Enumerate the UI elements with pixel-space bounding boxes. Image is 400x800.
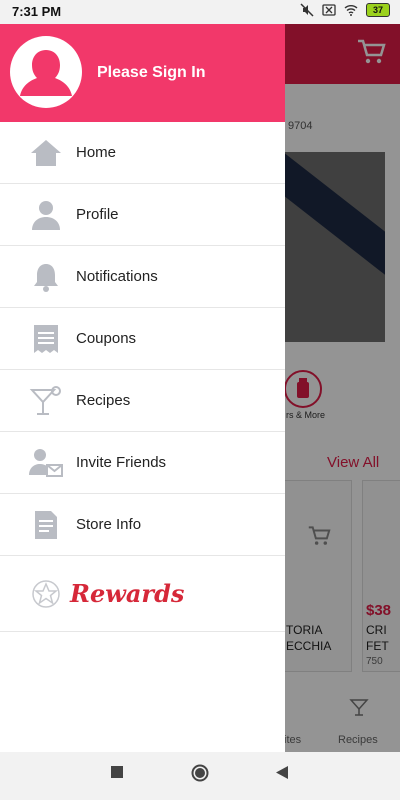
menu-item-label: Recipes: [76, 392, 131, 409]
user-silhouette-icon: [20, 50, 72, 96]
menu-item-store-info[interactable]: Store Info: [0, 494, 285, 556]
cocktail-icon: [26, 384, 66, 418]
wifi-icon: [344, 5, 358, 16]
battery-indicator: 37: [366, 3, 390, 17]
menu-item-label: Notifications: [76, 268, 158, 285]
menu-item-label: Store Info: [76, 516, 142, 533]
menu-item-rewards[interactable]: Rewards: [0, 556, 285, 632]
document-icon: [26, 508, 66, 542]
menu-item-label: Home: [76, 144, 117, 161]
star-badge-icon: [26, 579, 66, 609]
bell-icon: [26, 260, 66, 294]
menu-item-notifications[interactable]: Notifications: [0, 246, 285, 308]
system-navigation-bar: [0, 752, 400, 800]
status-time: 7:31 PM: [12, 4, 62, 19]
menu-item-invite-friends[interactable]: Invite Friends: [0, 432, 285, 494]
drawer-menu: Home Profile Notifications Coupons Recip…: [0, 122, 285, 556]
menu-item-home[interactable]: Home: [0, 122, 285, 184]
menu-item-label: Profile: [76, 206, 119, 223]
profile-icon: [26, 198, 66, 232]
menu-item-profile[interactable]: Profile: [0, 184, 285, 246]
menu-item-recipes[interactable]: Recipes: [0, 370, 285, 432]
menu-item-label: Invite Friends: [76, 454, 167, 471]
invite-icon: [26, 446, 66, 480]
recents-icon[interactable]: [111, 766, 123, 778]
menu-item-coupons[interactable]: Coupons: [0, 308, 285, 370]
menu-item-label: Coupons: [76, 330, 137, 347]
coupon-icon: [26, 322, 66, 356]
back-icon[interactable]: [276, 766, 288, 779]
mute-icon: [300, 3, 314, 17]
avatar[interactable]: [10, 36, 82, 108]
rewards-logo-text: Rewards: [70, 579, 185, 608]
sim-off-icon: [322, 4, 336, 16]
home-icon: [26, 136, 66, 170]
sign-in-link[interactable]: Please Sign In: [97, 64, 205, 82]
status-bar: 7:31 PM 37: [0, 0, 400, 24]
status-icons: 37: [300, 3, 390, 17]
navigation-drawer: Please Sign In Home Profile Notification…: [0, 24, 285, 752]
drawer-header: Please Sign In: [0, 24, 285, 122]
home-button-icon[interactable]: [191, 764, 209, 782]
